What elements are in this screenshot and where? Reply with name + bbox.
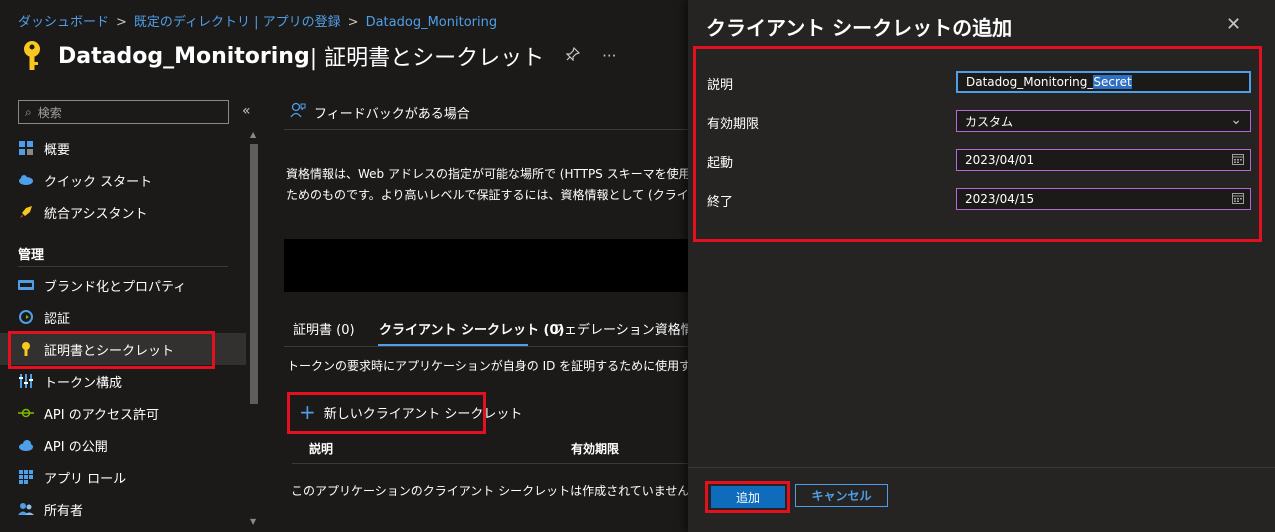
collapse-sidebar-icon[interactable]: «: [242, 103, 251, 119]
sidebar-scrollbar[interactable]: ▲ ▼: [246, 130, 262, 528]
sidebar-item-label: 証明書とシークレット: [44, 343, 175, 359]
sidebar-item-label: トークン構成: [44, 375, 123, 391]
add-button[interactable]: 追加: [711, 486, 785, 508]
expires-label: 有効期限: [707, 117, 760, 132]
feedback-label: フィードバックがある場合: [314, 106, 470, 122]
start-date-input[interactable]: 2023/04/01: [956, 149, 1251, 171]
sidebar-item-app-roles[interactable]: アプリ ロール: [0, 461, 246, 493]
expires-value: カスタム: [965, 114, 1014, 129]
sidebar-item-label: ブランド化とプロパティ: [44, 279, 187, 295]
empty-state-message: このアプリケーションのクライアント シークレットは作成されていません。: [291, 484, 702, 498]
auth-icon: [18, 309, 34, 325]
sidebar-item-label: 認証: [44, 311, 71, 327]
sidebar-item-label: アプリ ロール: [44, 471, 127, 487]
search-placeholder: 検索: [37, 105, 62, 120]
search-input[interactable]: ⌕ 検索: [18, 100, 229, 124]
chevron-down-icon: ⌄: [1230, 112, 1242, 128]
description-input[interactable]: Datadog_Monitoring_ Secret: [956, 71, 1251, 93]
tab-certificates[interactable]: 証明書 (0): [293, 319, 355, 338]
info-text: 資格情報は、Web アドレスの指定が可能な場所で (HTTPS スキーマを使用し…: [286, 164, 688, 206]
breadcrumb: ダッシュボード > 既定のディレクトリ | アプリの登録 > Datadog_Monit…: [18, 11, 497, 30]
sidebar-item-label: 所有者: [44, 503, 84, 519]
sidebar-item-authentication[interactable]: 認証: [0, 301, 246, 333]
end-date-input[interactable]: 2023/04/15: [956, 188, 1251, 210]
sidebar-item-label: API の公開: [44, 439, 108, 455]
divider: [284, 346, 688, 347]
sidebar-item-branding[interactable]: ブランド化とプロパティ: [0, 269, 246, 301]
description-value: Datadog_Monitoring_: [966, 75, 1094, 89]
breadcrumb-dashboard[interactable]: ダッシュボード: [18, 15, 109, 30]
page-subtitle: | 証明書とシークレット: [309, 46, 545, 71]
description-label: 説明: [707, 78, 734, 93]
column-header-description: 説明: [309, 442, 334, 456]
new-client-secret-button[interactable]: + 新しいクライアント シークレット: [299, 402, 522, 422]
sidebar-divider: [18, 266, 228, 267]
sidebar-item-label: API のアクセス許可: [44, 407, 160, 423]
cancel-button[interactable]: キャンセル: [795, 484, 888, 507]
pin-icon[interactable]: [565, 46, 581, 65]
plus-icon: +: [299, 400, 316, 424]
sidebar-heading-manage: 管理: [18, 248, 45, 263]
api-permission-icon: [18, 405, 34, 421]
close-icon[interactable]: ✕: [1226, 14, 1241, 35]
description-value-selected: Secret: [1093, 75, 1132, 89]
end-label: 終了: [707, 195, 734, 210]
key-icon: [18, 341, 34, 357]
divider: [292, 463, 688, 464]
scroll-up-icon[interactable]: ▲: [250, 130, 256, 139]
overview-icon: [18, 140, 34, 156]
divider: [688, 467, 1275, 468]
feedback-link[interactable]: フィードバックがある場合: [290, 102, 470, 122]
info-line: 資格情報は、Web アドレスの指定が可能な場所で (HTTPS スキーマを使用し…: [286, 167, 688, 181]
cloud-icon: [18, 437, 34, 453]
sidebar-item-owners[interactable]: 所有者: [0, 493, 246, 525]
info-line: ためのものです。より高いレベルで保証するには、資格情報として (クライアント シ…: [286, 188, 688, 202]
page-title: Datadog_Monitoring: [58, 43, 310, 69]
quickstart-icon: [18, 172, 34, 188]
key-icon: [24, 41, 40, 70]
calendar-icon[interactable]: [1232, 192, 1244, 207]
breadcrumb-app-registrations[interactable]: 既定のディレクトリ | アプリの登録: [134, 15, 341, 30]
divider: [284, 129, 688, 130]
breadcrumb-separator: >: [347, 15, 359, 30]
breadcrumb-app[interactable]: Datadog_Monitoring: [366, 15, 498, 30]
new-client-secret-label: 新しいクライアント シークレット: [323, 406, 523, 422]
sidebar-item-label: クイック スタート: [44, 174, 153, 190]
page-header: Datadog_Monitoring | 証明書とシークレット ···: [18, 36, 616, 76]
start-date-value: 2023/04/01: [965, 153, 1035, 167]
panel-title: クライアント シークレットの追加: [706, 16, 1013, 40]
start-label: 起動: [707, 156, 734, 171]
end-date-value: 2023/04/15: [965, 192, 1035, 206]
owners-icon: [18, 501, 34, 517]
sidebar-item-api-permissions[interactable]: API のアクセス許可: [0, 397, 246, 429]
sidebar-item-token-configuration[interactable]: トークン構成: [0, 365, 246, 397]
branding-icon: [18, 277, 34, 293]
search-icon: ⌕: [25, 104, 32, 119]
sidebar-item-label: 統合アシスタント: [44, 206, 148, 222]
rocket-icon: [18, 204, 34, 220]
app-roles-icon: [18, 469, 34, 485]
feedback-icon: [290, 102, 306, 122]
breadcrumb-separator: >: [116, 15, 127, 30]
sidebar-item-quickstart[interactable]: クイック スタート: [0, 164, 246, 196]
sidebar-item-integration-assistant[interactable]: 統合アシスタント: [0, 196, 246, 228]
token-icon: [18, 373, 34, 389]
redacted-banner: [284, 239, 688, 292]
scrollbar-thumb[interactable]: [250, 144, 258, 404]
tab-client-secrets[interactable]: クライアント シークレット (0): [379, 319, 564, 338]
tab-description: トークンの要求時にアプリケーションが自身の ID を証明するために使用する秘密: [287, 359, 688, 373]
scroll-down-icon[interactable]: ▼: [250, 517, 256, 526]
expires-dropdown[interactable]: カスタム ⌄: [956, 110, 1251, 132]
column-header-expires: 有効期限: [571, 442, 620, 456]
sidebar-item-label: 概要: [44, 142, 71, 158]
more-options-icon[interactable]: ···: [602, 47, 616, 65]
sidebar-item-overview[interactable]: 概要: [0, 132, 246, 164]
tab-federated-credentials[interactable]: フェデレーション資格情報: [551, 319, 707, 338]
sidebar-item-expose-api[interactable]: API の公開: [0, 429, 246, 461]
sidebar-item-certificates-secrets[interactable]: 証明書とシークレット: [0, 333, 246, 365]
calendar-icon[interactable]: [1232, 153, 1244, 168]
